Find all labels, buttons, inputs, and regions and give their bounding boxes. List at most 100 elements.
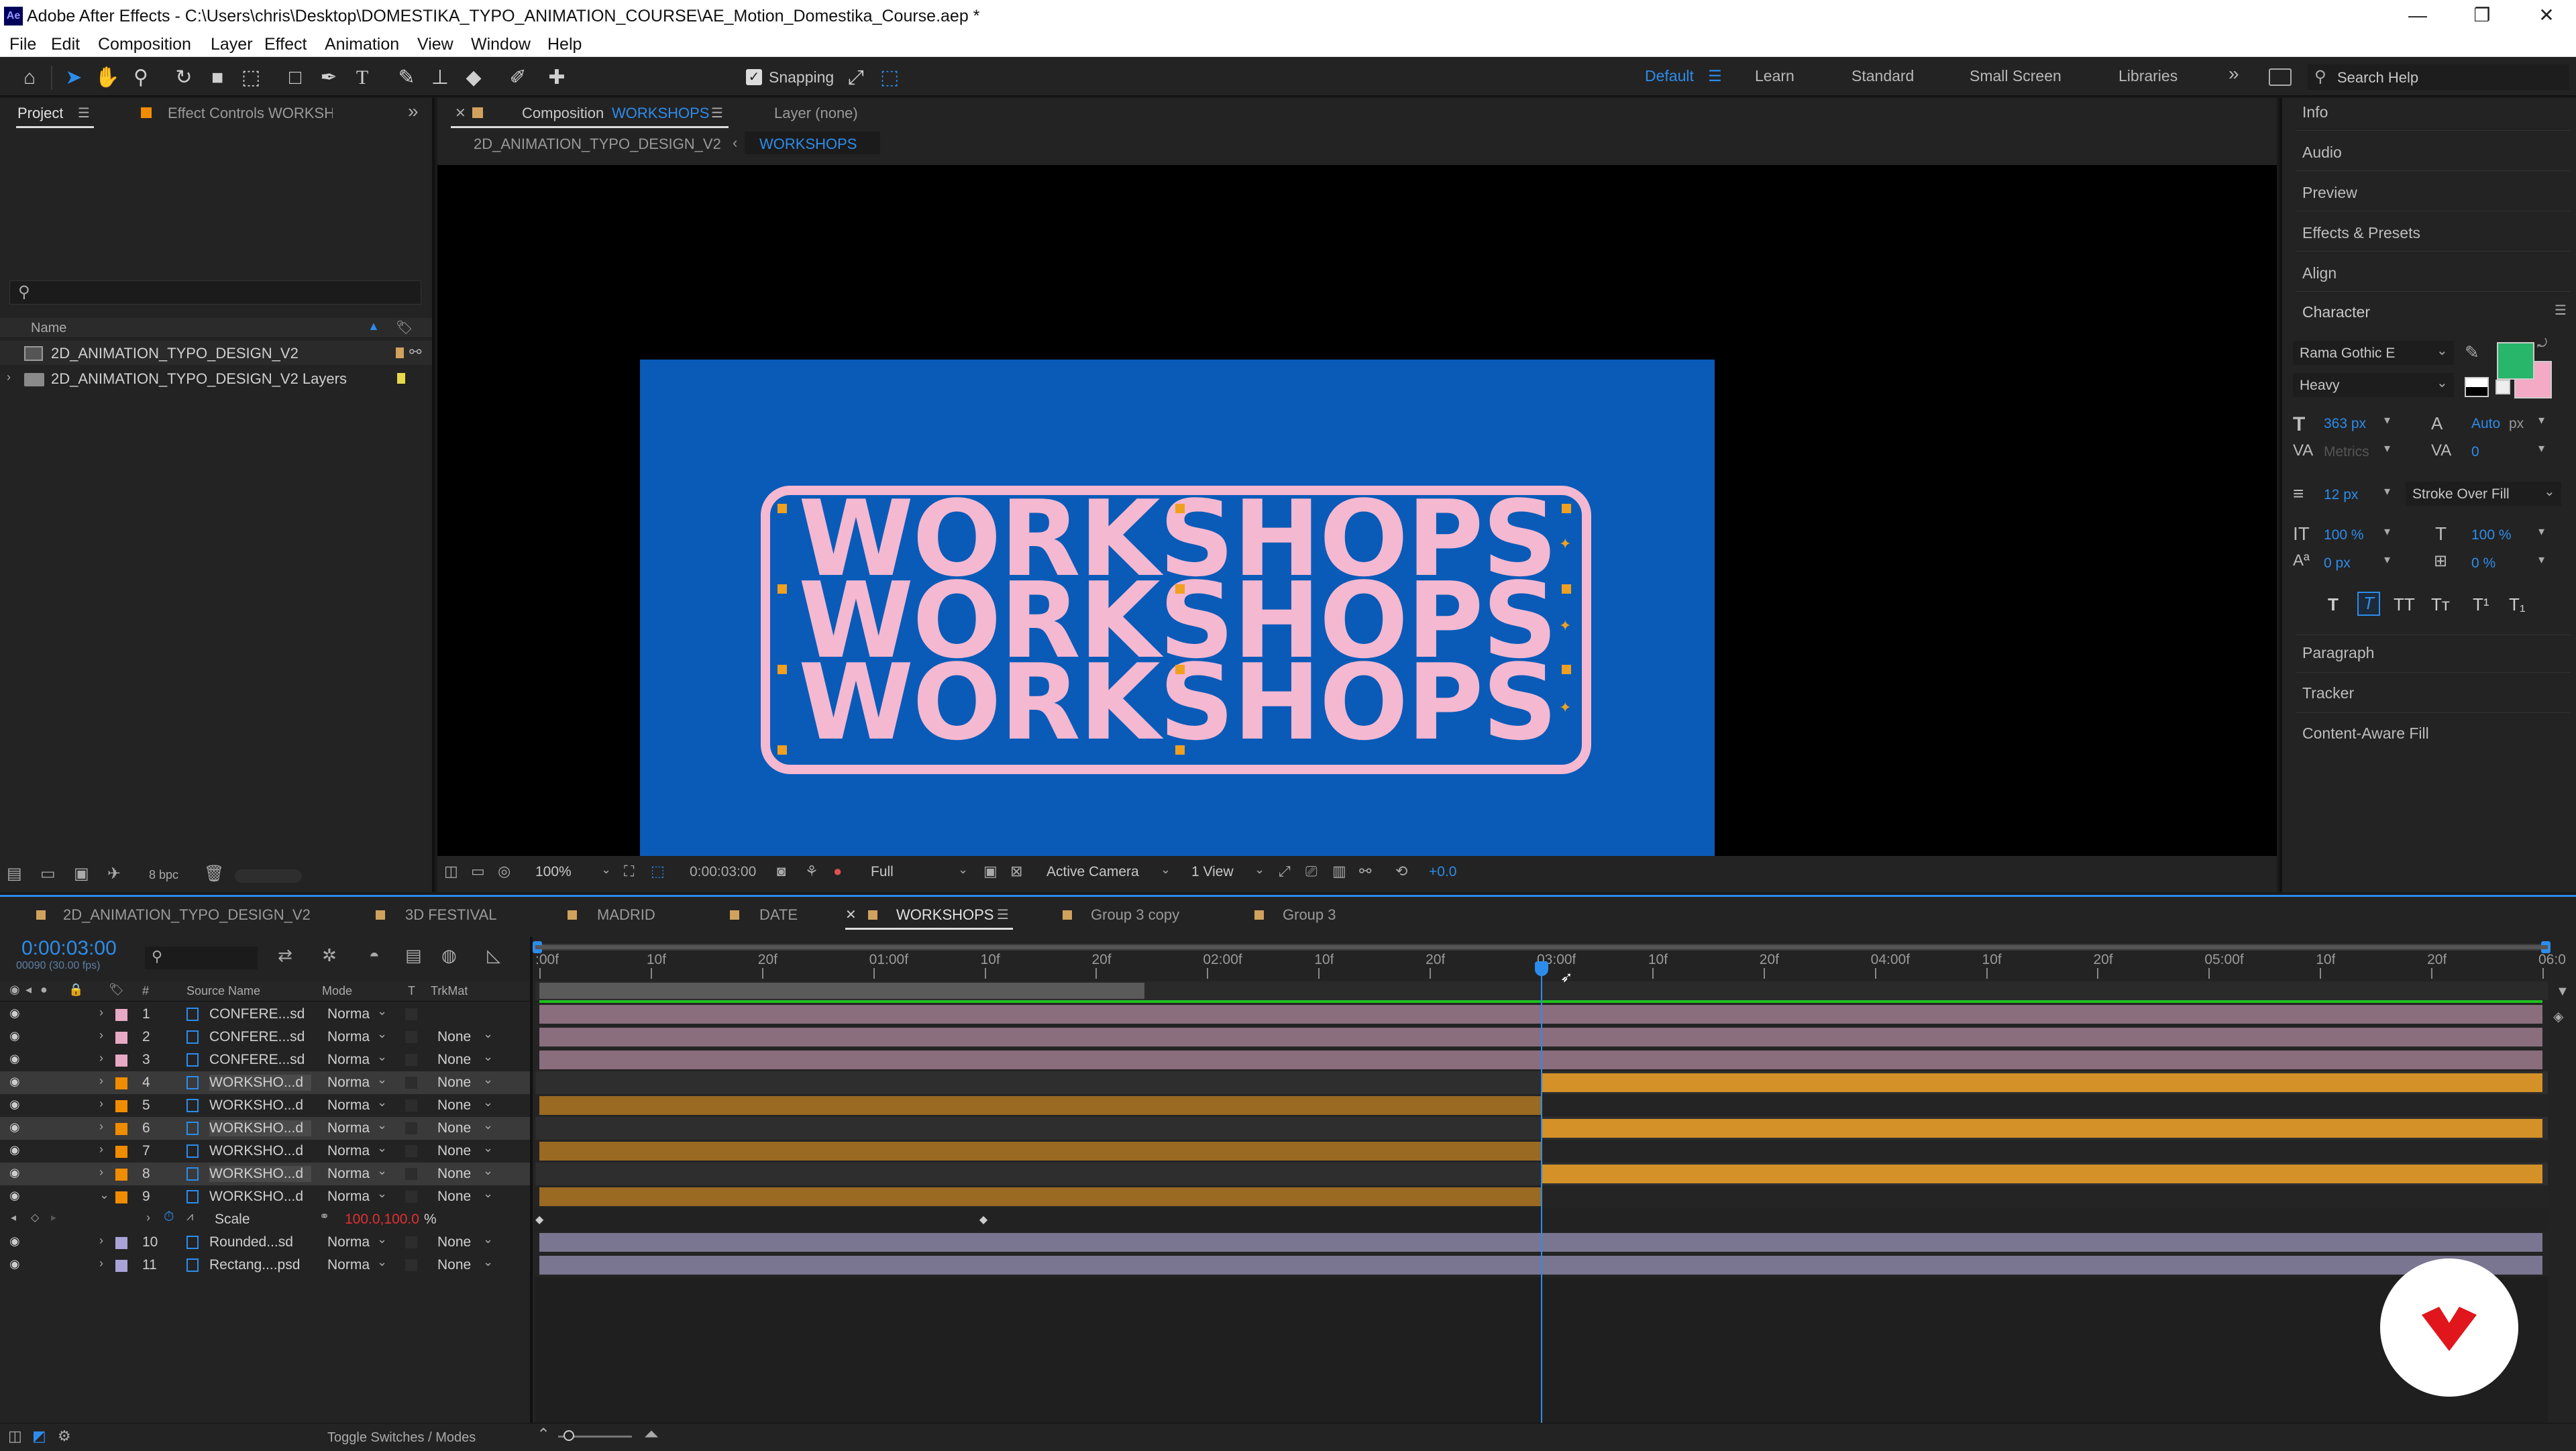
font-family-dropdown[interactable]: Rama Gothic E ⌄ bbox=[2293, 341, 2454, 365]
expand-arrow-icon[interactable]: › bbox=[146, 1211, 150, 1225]
layer-trkmat-dropdown[interactable]: None bbox=[437, 1234, 471, 1250]
breadcrumb-parent[interactable]: 2D_ANIMATION_TYPO_DESIGN_V2 bbox=[474, 136, 721, 153]
preserve-transparency-box[interactable] bbox=[405, 1168, 417, 1180]
layer-trkmat-dropdown[interactable]: None bbox=[437, 1257, 471, 1273]
layer-label-swatch[interactable] bbox=[115, 1191, 127, 1203]
layer-label-swatch[interactable] bbox=[115, 1077, 127, 1089]
transparency-grid-icon[interactable]: ⊠ bbox=[1010, 863, 1022, 880]
solo-switch-icon[interactable]: ● bbox=[40, 983, 48, 997]
tab-project[interactable]: Project bbox=[17, 105, 63, 122]
layer-row[interactable]: ◉ › 5 WORKSHO...d Norma ⌄ None ⌄ bbox=[0, 1094, 530, 1117]
no-fill-icon[interactable] bbox=[2496, 380, 2510, 394]
font-size-value[interactable]: 363 px bbox=[2324, 416, 2366, 432]
hide-shy-layers-icon[interactable]: ◓ bbox=[369, 945, 380, 966]
minimize-button[interactable]: — bbox=[2385, 0, 2450, 33]
pen-tool-icon[interactable]: ✒ bbox=[315, 64, 342, 91]
project-item-folder[interactable]: › 2D_ANIMATION_TYPO_DESIGN_V2 Layers bbox=[0, 366, 432, 390]
column-name[interactable]: Name bbox=[31, 321, 66, 336]
fast-previews-icon[interactable]: ⎚ bbox=[1305, 863, 1318, 880]
pan-behind-tool-icon[interactable]: ⬚ bbox=[237, 64, 264, 91]
always-preview-icon[interactable]: ◫ bbox=[444, 863, 458, 880]
workspace-learn[interactable]: Learn bbox=[1755, 67, 1794, 85]
all-caps-button[interactable]: TT bbox=[2394, 594, 2415, 615]
expand-arrow-icon[interactable]: › bbox=[99, 1165, 103, 1179]
layer-label-swatch[interactable] bbox=[115, 1055, 127, 1067]
chevron-down-icon[interactable]: ▾ bbox=[2538, 413, 2544, 427]
camera-tool-icon[interactable]: ■ bbox=[204, 64, 231, 91]
menu-layer[interactable]: Layer bbox=[211, 33, 253, 57]
lock-switch-icon[interactable]: 🔒 bbox=[68, 983, 83, 997]
column-mode[interactable]: Mode bbox=[322, 984, 352, 998]
breadcrumb-current[interactable]: WORKSHOPS bbox=[759, 136, 857, 153]
timeline-tab-comp-6[interactable]: Group 3 copy bbox=[1060, 904, 1208, 928]
chevron-down-icon[interactable]: ▾ bbox=[2384, 553, 2390, 567]
small-caps-button[interactable]: Tт bbox=[2431, 594, 2450, 615]
layer-row[interactable]: ◉ › 1 CONFERE...sd Norma ⌄ bbox=[0, 1003, 530, 1026]
panel-menu-icon[interactable]: ☰ bbox=[78, 105, 90, 121]
font-style-dropdown[interactable]: Heavy ⌄ bbox=[2293, 373, 2454, 397]
monitor-icon[interactable]: ▭ bbox=[471, 863, 485, 880]
eraser-tool-icon[interactable]: ◆ bbox=[460, 64, 487, 91]
transform-handle[interactable] bbox=[1175, 745, 1185, 755]
panel-overflow-icon[interactable]: » bbox=[408, 101, 419, 122]
show-snapshot-icon[interactable]: ⚘ bbox=[805, 863, 818, 880]
bit-depth-button[interactable]: 8 bpc bbox=[149, 868, 178, 882]
maximize-button[interactable]: ❐ bbox=[2450, 0, 2514, 33]
chevron-down-icon[interactable]: ▾ bbox=[2538, 441, 2544, 455]
preserve-transparency-box[interactable] bbox=[405, 1191, 417, 1203]
close-tab-icon[interactable]: ✕ bbox=[455, 105, 466, 121]
timeline-tab-comp-4[interactable]: DATE bbox=[727, 904, 821, 928]
motion-blur-icon[interactable]: ◍ bbox=[441, 945, 457, 966]
label-column-icon[interactable]: 🏷 bbox=[109, 983, 124, 997]
time-navigator[interactable] bbox=[533, 941, 2551, 953]
layer-trkmat-dropdown[interactable]: None bbox=[437, 1029, 471, 1045]
add-keyframe-icon[interactable]: ◇ bbox=[31, 1211, 39, 1224]
vertical-scale-value[interactable]: 100 % bbox=[2324, 527, 2364, 543]
chevron-down-icon[interactable]: ▾ bbox=[2384, 413, 2390, 427]
chevron-down-icon[interactable]: ▾ bbox=[2384, 525, 2390, 539]
stroke-mode-dropdown[interactable]: Stroke Over Fill ⌄ bbox=[2406, 482, 2561, 506]
layer-row[interactable]: ◉ › 10 Rounded...sd Norma ⌄ None ⌄ bbox=[0, 1231, 530, 1254]
graph-icon[interactable]: ⩘ bbox=[186, 1210, 193, 1224]
layer-duration-bar[interactable] bbox=[539, 1142, 1541, 1161]
chevron-down-icon[interactable]: ▾ bbox=[2538, 525, 2544, 539]
layer-trkmat-dropdown[interactable]: None bbox=[437, 1143, 471, 1159]
snapping-checkbox[interactable]: ✓ bbox=[746, 69, 762, 85]
layer-mode-dropdown[interactable]: Norma bbox=[327, 1234, 370, 1250]
layer-label-swatch[interactable] bbox=[115, 1032, 127, 1044]
eye-icon[interactable]: ◉ bbox=[9, 1189, 20, 1203]
layer-label-swatch[interactable] bbox=[115, 1123, 127, 1135]
column-source-name[interactable]: Source Name bbox=[186, 984, 260, 998]
menu-effect[interactable]: Effect bbox=[264, 33, 307, 57]
reset-exposure-icon[interactable]: ⟲ bbox=[1395, 863, 1407, 880]
layer-switches-icon[interactable]: ◫ bbox=[8, 1428, 22, 1445]
label-column-icon[interactable]: 🏷 bbox=[396, 319, 413, 336]
project-search-field[interactable]: ⚲ bbox=[9, 280, 421, 305]
column-trkmat[interactable]: TrkMat bbox=[431, 984, 468, 998]
composition-viewer[interactable]: WORKSHOPS WORKSHOPS WORKSHOPS ✦ ✦ ✦ bbox=[437, 165, 2277, 856]
comp-marker-bin-icon[interactable]: ▼ bbox=[2556, 984, 2569, 1000]
timeline-tab-comp-3[interactable]: MADRID bbox=[565, 904, 686, 928]
vr-icon[interactable]: ◎ bbox=[498, 863, 511, 880]
panel-paragraph[interactable]: Paragraph bbox=[2302, 644, 2374, 662]
eye-icon[interactable]: ◉ bbox=[9, 1257, 20, 1271]
search-help-field[interactable]: ⚲ Search Help bbox=[2308, 64, 2569, 90]
timeline-icon[interactable]: ▥ bbox=[1332, 863, 1346, 880]
layer-source-name[interactable]: WORKSHO...d bbox=[209, 1143, 311, 1159]
keyframe-nav-next-icon[interactable]: ▸ bbox=[51, 1211, 56, 1224]
snap-edges-icon[interactable]: ⤢ bbox=[843, 64, 869, 91]
selection-tool-icon[interactable]: ➤ bbox=[60, 64, 87, 91]
panel-character[interactable]: Character bbox=[2302, 303, 2370, 321]
expand-arrow-icon[interactable]: › bbox=[99, 1234, 103, 1248]
close-tab-icon[interactable]: ✕ bbox=[845, 906, 857, 923]
new-composition-icon[interactable]: ▣ bbox=[74, 864, 89, 883]
layer-row[interactable]: ◉ › 3 CONFERE...sd Norma ⌄ None ⌄ bbox=[0, 1049, 530, 1071]
layer-source-name[interactable]: CONFERE...sd bbox=[209, 1029, 311, 1045]
eye-icon[interactable]: ◉ bbox=[9, 1075, 20, 1089]
layer-row[interactable]: ◉ ⌄ 9 WORKSHO...d Norma ⌄ None ⌄ bbox=[0, 1185, 530, 1208]
preserve-transparency-box[interactable] bbox=[405, 1031, 417, 1043]
kerning-value[interactable]: Metrics bbox=[2324, 444, 2369, 460]
eye-icon[interactable]: ◉ bbox=[9, 1166, 20, 1180]
work-area-range[interactable] bbox=[539, 983, 1144, 999]
layer-trkmat-dropdown[interactable]: None bbox=[437, 1075, 471, 1091]
